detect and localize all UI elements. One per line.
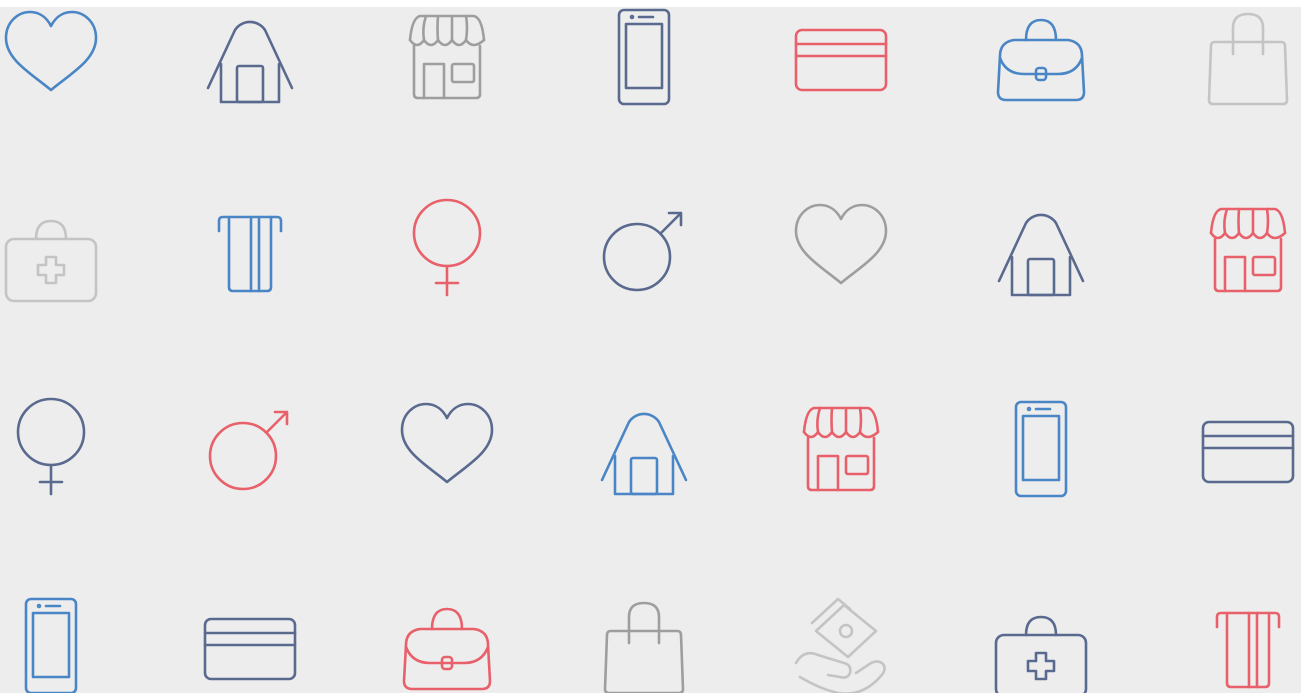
heart-icon bbox=[392, 394, 502, 504]
male-symbol-icon bbox=[195, 394, 305, 504]
smartphone-icon bbox=[589, 7, 699, 112]
handbag-icon bbox=[986, 7, 1096, 112]
storefront-icon bbox=[392, 7, 502, 112]
house-icon bbox=[195, 7, 305, 112]
female-symbol-icon bbox=[392, 195, 502, 305]
medical-kit-icon bbox=[986, 591, 1096, 693]
heart-icon bbox=[0, 7, 106, 112]
smartphone-icon bbox=[986, 394, 1096, 504]
credit-card-icon bbox=[1193, 394, 1301, 504]
shopping-bag-icon bbox=[589, 591, 699, 693]
shopping-bag-icon bbox=[1193, 7, 1301, 112]
female-symbol-icon bbox=[0, 394, 106, 504]
credit-card-icon bbox=[195, 591, 305, 693]
house-icon bbox=[986, 195, 1096, 305]
credit-card-icon bbox=[786, 7, 896, 112]
storefront-icon bbox=[786, 394, 896, 504]
house-icon bbox=[589, 394, 699, 504]
male-symbol-icon bbox=[589, 195, 699, 305]
heart-icon bbox=[786, 195, 896, 305]
smartphone-icon bbox=[0, 591, 106, 693]
handbag-icon bbox=[392, 591, 502, 693]
cash-in-hand-icon bbox=[786, 591, 896, 693]
icon-pattern-background bbox=[0, 7, 1301, 693]
medical-kit-icon bbox=[0, 195, 106, 305]
storefront-icon bbox=[1193, 195, 1301, 305]
atm-card-icon bbox=[195, 195, 305, 305]
atm-card-icon bbox=[1193, 591, 1301, 693]
